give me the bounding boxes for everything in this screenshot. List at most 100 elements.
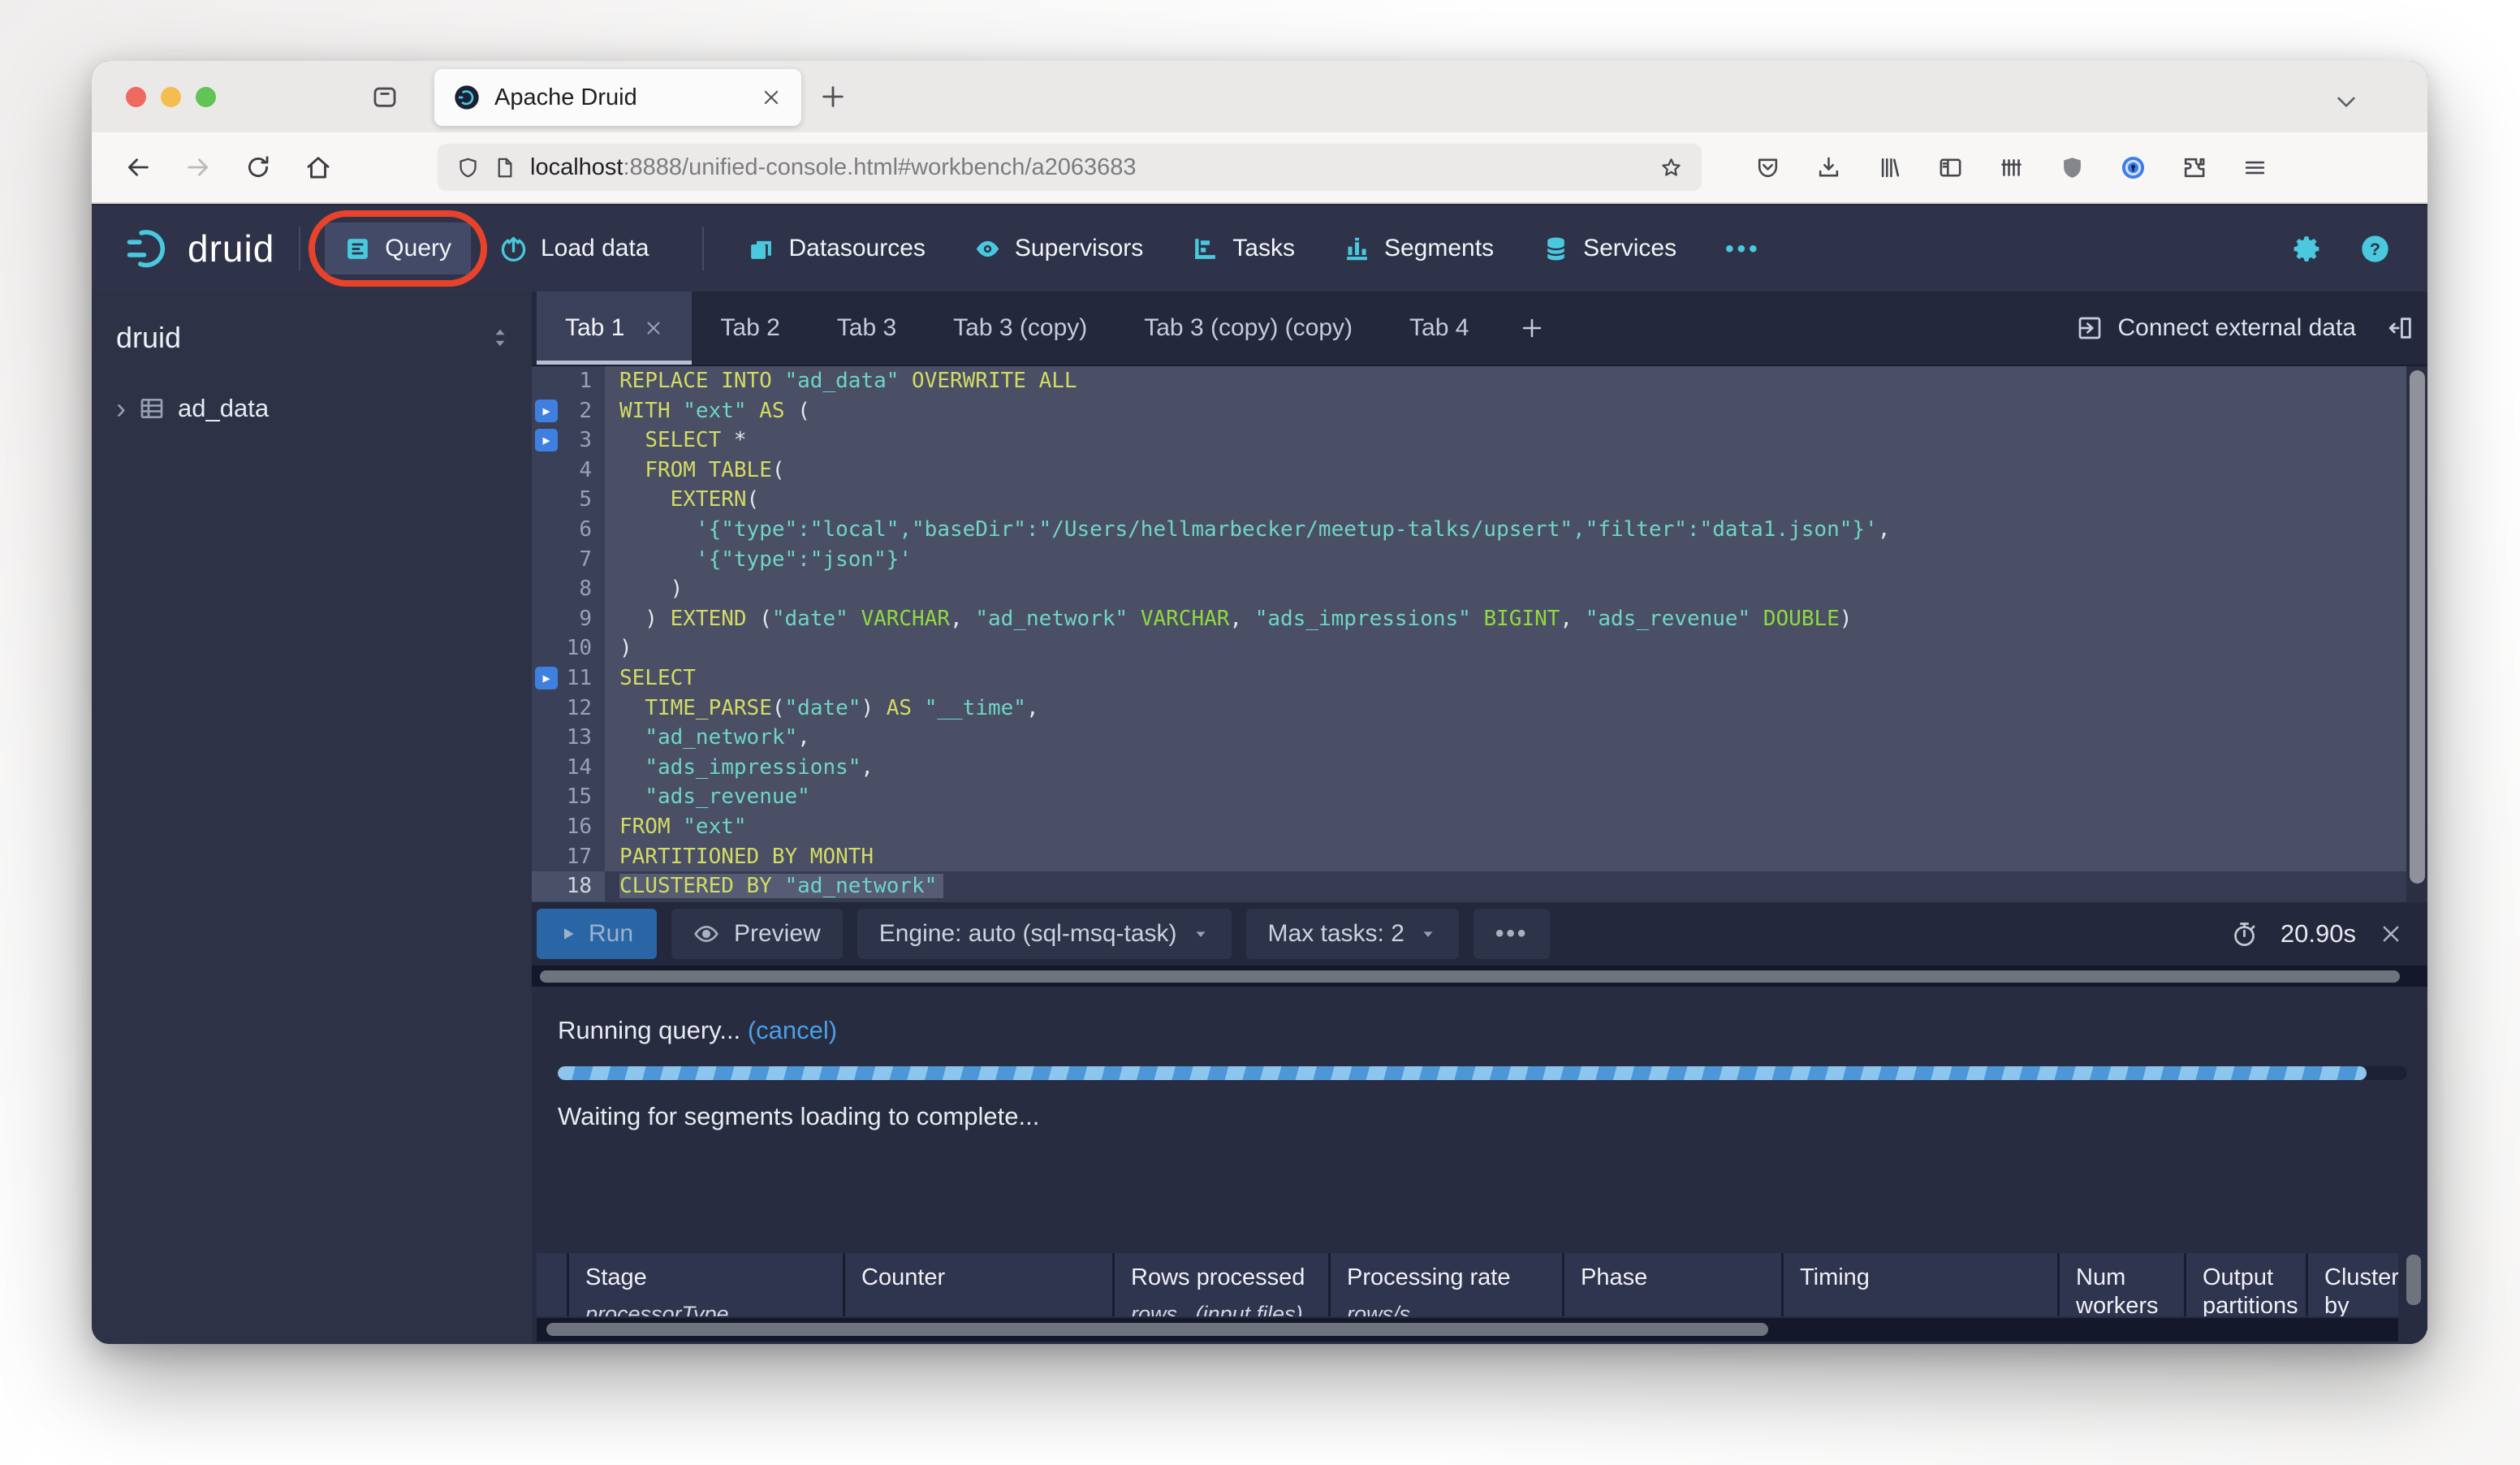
navbar-right: ? [2293, 234, 2398, 264]
onepassword-icon[interactable] [2121, 155, 2146, 180]
menu-icon[interactable] [2242, 155, 2268, 180]
gutter-line-10: 10 [532, 633, 605, 663]
max-tasks-dropdown[interactable]: Max tasks: 2 [1245, 909, 1459, 959]
run-fragment-icon[interactable]: ▶ [535, 429, 558, 452]
close-icon[interactable] [2379, 922, 2403, 946]
line-number: 16 [566, 814, 592, 839]
run-button[interactable]: Run [537, 909, 657, 959]
extensions-icon[interactable] [2181, 155, 2207, 180]
query-tab-tab-1[interactable]: Tab 1 [537, 292, 693, 365]
vertical-scrollbar-thumb[interactable] [2406, 1255, 2421, 1305]
supervisors-icon [974, 236, 1001, 262]
query-tab-label: Tab 3 (copy) (copy) [1144, 314, 1353, 341]
horizontal-scrollbar-thumb[interactable] [546, 1323, 1768, 1336]
url-path: :8888/unified-console.html#workbench/a20… [623, 153, 1137, 180]
ublock-origin-icon[interactable] [2060, 155, 2085, 180]
shield-icon[interactable] [457, 157, 479, 179]
containers-icon[interactable] [1999, 155, 2024, 180]
query-tab-label: Tab 3 (copy) [953, 314, 1088, 341]
code-line-9: ) EXTEND ("date" VARCHAR, "ad_network" V… [605, 603, 2427, 634]
firefox-view-icon[interactable] [371, 83, 399, 110]
horizontal-scrollbar-track [537, 1318, 2398, 1342]
window-minimize-button[interactable] [161, 87, 181, 107]
table-column-phase: Phase [1564, 1253, 1784, 1316]
line-number: 17 [566, 844, 592, 869]
gutter-line-6: 6 [532, 515, 605, 545]
nav-item-query[interactable]: Query [309, 210, 487, 287]
browser-extension-icons [1755, 155, 2268, 180]
help-icon[interactable]: ? [2360, 234, 2390, 264]
browser-tab-strip: Apache Druid [92, 61, 2427, 132]
code-line-16: FROM "ext" [605, 811, 2427, 842]
list-all-tabs-icon[interactable] [2333, 89, 2359, 115]
pocket-icon[interactable] [1755, 155, 1780, 180]
druid-navbar: druid Query Load data Datasources Superviso… [92, 205, 2427, 292]
query-tab-tab-3[interactable]: Tab 3 [809, 292, 925, 365]
download-icon[interactable] [1816, 155, 1841, 180]
tab-close-icon[interactable] [644, 318, 663, 338]
chevron-right-icon[interactable]: › [116, 394, 126, 423]
sort-icon[interactable] [490, 326, 511, 350]
line-number: 14 [566, 754, 592, 780]
line-number: 5 [579, 487, 592, 512]
nav-item-supervisors[interactable]: Supervisors [955, 223, 1163, 274]
query-tab-tab-4[interactable]: Tab 4 [1381, 292, 1497, 365]
window-close-button[interactable] [126, 87, 146, 107]
sidebar-item-ad-data[interactable]: › ad_data [116, 394, 511, 423]
window-zoom-button[interactable] [196, 87, 216, 107]
column-label: Counter [861, 1264, 946, 1290]
back-icon[interactable] [124, 153, 152, 181]
new-query-tab-button[interactable] [1520, 316, 1544, 340]
nav-item-services[interactable]: Services [1523, 223, 1696, 274]
page-info-icon[interactable] [494, 157, 516, 179]
line-number: 6 [579, 516, 592, 542]
reload-icon[interactable] [244, 153, 272, 181]
nav-item-tasks[interactable]: Tasks [1172, 223, 1314, 274]
editor-scrollbar-track [2406, 366, 2427, 902]
sql-editor[interactable]: 1 ▶ 2 ▶ 3 4 5 6 7 8 9 10 ▶ 11 12 13 14 15 16 17 18 REPLACE I… [532, 366, 2427, 902]
run-fragment-icon[interactable]: ▶ [535, 666, 558, 689]
editor-code[interactable]: REPLACE INTO "ad_data" OVERWRITE ALL WITH… [605, 366, 2427, 902]
gear-icon[interactable] [2293, 234, 2323, 264]
nav-item-label: Query [385, 235, 451, 261]
query-tab-tab-3-copy[interactable]: Tab 3 (copy) [925, 292, 1115, 365]
sidebar-toggle-icon[interactable] [1938, 155, 1963, 180]
home-icon[interactable] [304, 153, 332, 181]
active-line-text: CLUSTERED BY "ad_network" [619, 874, 944, 899]
gutter-line-5: 5 [532, 485, 605, 515]
engine-dropdown[interactable]: Engine: auto (sql-msq-task) [857, 909, 1232, 959]
load-data-icon [500, 236, 527, 262]
preview-button[interactable]: Preview [671, 909, 843, 959]
nav-item-more[interactable]: ••• [1706, 223, 1771, 274]
new-tab-icon[interactable] [819, 83, 847, 110]
navbar-divider [299, 227, 301, 270]
url-bar[interactable]: localhost:8888/unified-console.html#work… [438, 144, 1702, 191]
run-fragment-icon[interactable]: ▶ [535, 399, 558, 422]
line-number: 3 [579, 428, 592, 453]
tasks-icon [1192, 236, 1219, 262]
cancel-link[interactable]: (cancel) [748, 1016, 837, 1044]
bookmark-star-icon[interactable] [1660, 157, 1682, 179]
forward-icon[interactable] [184, 153, 212, 181]
nav-item-load-data[interactable]: Load data [481, 223, 668, 274]
tab-close-icon[interactable] [761, 87, 782, 108]
query-tab-tab-2[interactable]: Tab 2 [692, 292, 808, 365]
browser-tab[interactable]: Apache Druid [434, 69, 801, 126]
druid-logo[interactable]: druid [121, 227, 274, 270]
code-line-10: ) [605, 633, 2427, 663]
editor-scrollbar-thumb[interactable] [2410, 370, 2425, 884]
table-column-output-partitions: Output partitions [2186, 1253, 2308, 1316]
table-column-stage: Stage processorType [569, 1253, 845, 1316]
engine-label: Engine: auto (sql-msq-task) [878, 920, 1177, 947]
query-tab-tab-3-copy-copy[interactable]: Tab 3 (copy) (copy) [1115, 292, 1381, 365]
splitter-handle[interactable] [540, 970, 2400, 983]
library-icon[interactable] [1877, 155, 1902, 180]
connect-external-data-button[interactable]: Connect external data [2077, 314, 2356, 342]
more-options-button[interactable]: ••• [1473, 909, 1551, 959]
collapse-panel-icon[interactable] [2387, 314, 2414, 342]
nav-item-datasources[interactable]: Datasources [728, 223, 944, 274]
nav-item-segments[interactable]: Segments [1324, 223, 1513, 274]
schema-sidebar: druid › ad_data [92, 292, 532, 1344]
run-label: Run [588, 920, 634, 947]
line-number: 12 [566, 695, 592, 720]
